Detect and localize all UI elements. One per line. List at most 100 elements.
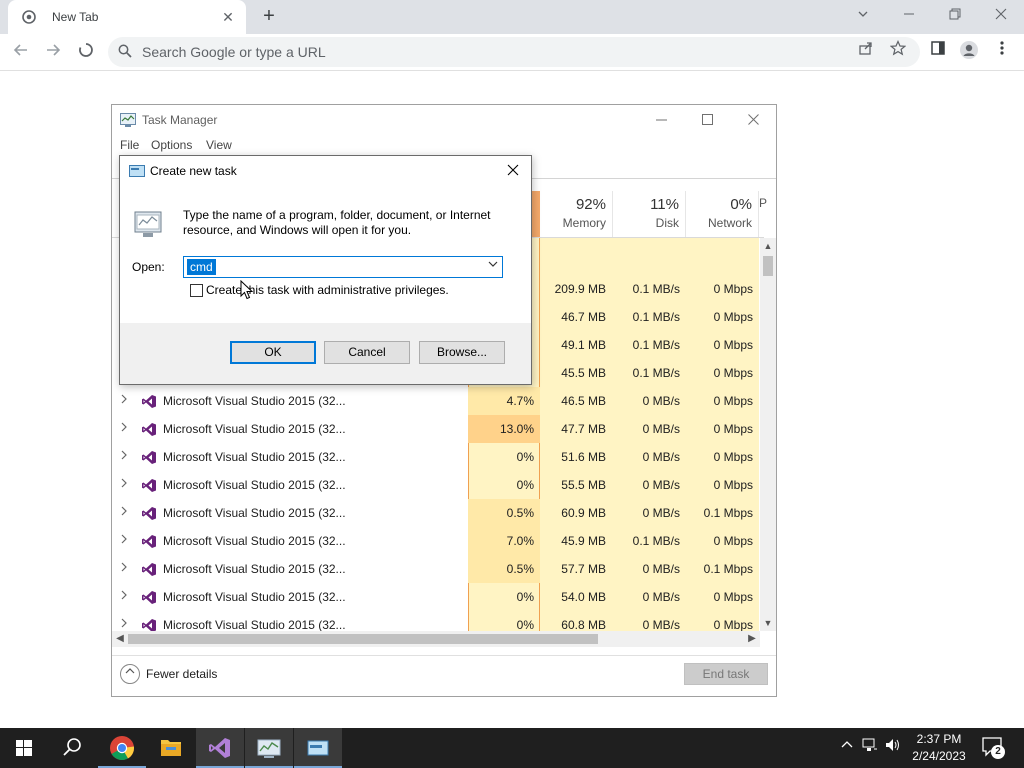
chevron-down-icon[interactable] [486,259,500,275]
open-input-value[interactable]: cmd [187,259,216,275]
table-row[interactable]: Microsoft Visual Studio 2015 (32... 0.5% 5… [112,555,760,583]
minimize-icon[interactable] [897,4,921,26]
tab-close-icon[interactable]: ✕ [220,9,236,25]
menu-file[interactable]: File [120,138,139,152]
table-row[interactable]: Microsoft Visual Studio 2015 (32... 0.5% 6… [112,499,760,527]
chevron-right-icon[interactable] [120,422,130,436]
power-label: P [759,196,768,210]
forward-arrow-icon[interactable] [40,40,66,66]
dialog-description: Type the name of a program, folder, docu… [183,208,491,237]
restore-icon[interactable] [943,4,967,26]
scroll-thumb[interactable] [763,256,773,276]
menu-view[interactable]: View [206,138,232,152]
table-row[interactable]: Microsoft Visual Studio 2015 (32... 4.7% 4… [112,387,760,415]
chevron-right-icon[interactable] [120,590,130,604]
disk-cell: 0 MB/s [642,562,680,576]
menu-options[interactable]: Options [151,138,192,152]
chevron-right-icon[interactable] [120,506,130,520]
column-header-network[interactable]: 0% Network [686,191,759,237]
table-row[interactable]: Microsoft Visual Studio 2015 (32... 0% 51.… [112,443,760,471]
network-cell: 0 Mbps [713,310,753,324]
disk-cell: 0.1 MB/s [632,338,680,352]
chevron-right-icon[interactable] [120,478,130,492]
column-header-memory[interactable]: 92% Memory [540,191,613,237]
clock-date: 2/24/2023 [912,749,966,763]
bookmark-star-icon[interactable] [887,40,909,62]
run-program-icon [132,208,164,240]
chevron-right-icon[interactable] [120,450,130,464]
table-row[interactable]: Microsoft Visual Studio 2015 (32... 13.0%… [112,415,760,443]
tm-minimize-icon[interactable] [646,110,676,130]
network-icon[interactable] [861,738,879,756]
process-name: Microsoft Visual Studio 2015 (32... [163,506,346,520]
open-combobox[interactable]: cmd [183,256,503,278]
network-cell: 0 Mbps [713,422,753,436]
menu-dots-icon[interactable] [991,40,1013,62]
file-explorer-icon[interactable] [147,728,195,768]
admin-privileges-checkbox[interactable] [190,284,203,297]
system-clock[interactable]: 2:37 PM 2/24/2023 [900,731,978,765]
profile-icon[interactable] [958,40,980,62]
dialog-titlebar[interactable]: Create new task [120,156,531,186]
browser-tab-new-tab[interactable]: New Tab ✕ [8,0,246,34]
omnibox[interactable]: Search Google or type a URL [108,37,920,67]
chevron-right-icon[interactable] [120,394,130,408]
column-header-disk[interactable]: 11% Disk [613,191,686,237]
chevron-up-icon[interactable] [120,664,140,684]
search-icon[interactable] [48,728,96,768]
tm-maximize-icon[interactable] [692,110,722,130]
disk-percent: 11% [650,196,679,213]
column-header-cpu-edge[interactable] [532,191,540,237]
stop-loading-icon[interactable] [73,40,99,66]
new-tab-button[interactable]: + [258,6,280,28]
share-icon[interactable] [855,40,877,62]
table-row[interactable]: Microsoft Visual Studio 2015 (32... 0% 55.… [112,471,760,499]
scroll-left-icon[interactable]: ◀ [112,631,128,647]
table-row[interactable]: Microsoft Visual Studio 2015 (32... 0% 54.… [112,583,760,611]
scroll-up-icon[interactable]: ▲ [760,238,776,254]
scroll-thumb[interactable] [128,634,598,644]
memory-cell: 60.8 MB [561,618,606,632]
memory-cell: 47.7 MB [561,422,606,436]
cpu-cell: 0.5% [506,562,534,576]
cancel-button[interactable]: Cancel [324,341,410,364]
tab-search-icon[interactable] [851,4,875,26]
windows-start-icon[interactable] [0,728,48,768]
close-icon[interactable] [989,4,1013,26]
chrome-favicon-icon [22,10,36,24]
scroll-right-icon[interactable]: ▶ [744,631,760,647]
chevron-right-icon[interactable] [120,562,130,576]
end-task-button[interactable]: End task [684,663,768,685]
chrome-icon[interactable] [98,728,146,768]
browse-button[interactable]: Browse... [419,341,505,364]
tm-close-icon[interactable] [738,110,768,130]
visual-studio-icon[interactable] [196,728,244,768]
chevron-right-icon[interactable] [120,534,130,548]
fewer-details-link[interactable]: Fewer details [146,667,217,681]
run-dialog-icon[interactable] [294,728,342,768]
task-manager-title: Task Manager [142,113,218,127]
back-arrow-icon[interactable] [8,40,34,66]
cpu-cell: 0% [516,478,534,492]
disk-cell: 0 MB/s [642,506,680,520]
side-panel-icon[interactable] [927,40,949,62]
memory-percent: 92% [575,196,606,213]
vertical-scrollbar[interactable]: ▲ ▼ [760,238,776,631]
chevron-right-icon[interactable] [120,618,130,632]
horizontal-scrollbar[interactable]: ◀ ▶ [112,631,760,647]
dialog-close-icon[interactable] [503,161,523,181]
process-name: Microsoft Visual Studio 2015 (32... [163,562,346,576]
column-header-power[interactable]: P [759,191,776,237]
process-name: Microsoft Visual Studio 2015 (32... [163,394,346,408]
ok-button[interactable]: OK [230,341,316,364]
table-row[interactable]: Microsoft Visual Studio 2015 (32... 7.0% 4… [112,527,760,555]
task-manager-titlebar[interactable]: Task Manager [112,105,776,135]
chevron-up-icon[interactable] [838,738,856,756]
memory-cell: 54.0 MB [561,590,606,604]
disk-cell: 0 MB/s [642,590,680,604]
task-manager-icon[interactable] [245,728,293,768]
scroll-down-icon[interactable]: ▼ [760,615,776,631]
process-name: Microsoft Visual Studio 2015 (32... [163,450,346,464]
clock-time: 2:37 PM [916,732,962,746]
cpu-cell: 0% [516,618,534,632]
